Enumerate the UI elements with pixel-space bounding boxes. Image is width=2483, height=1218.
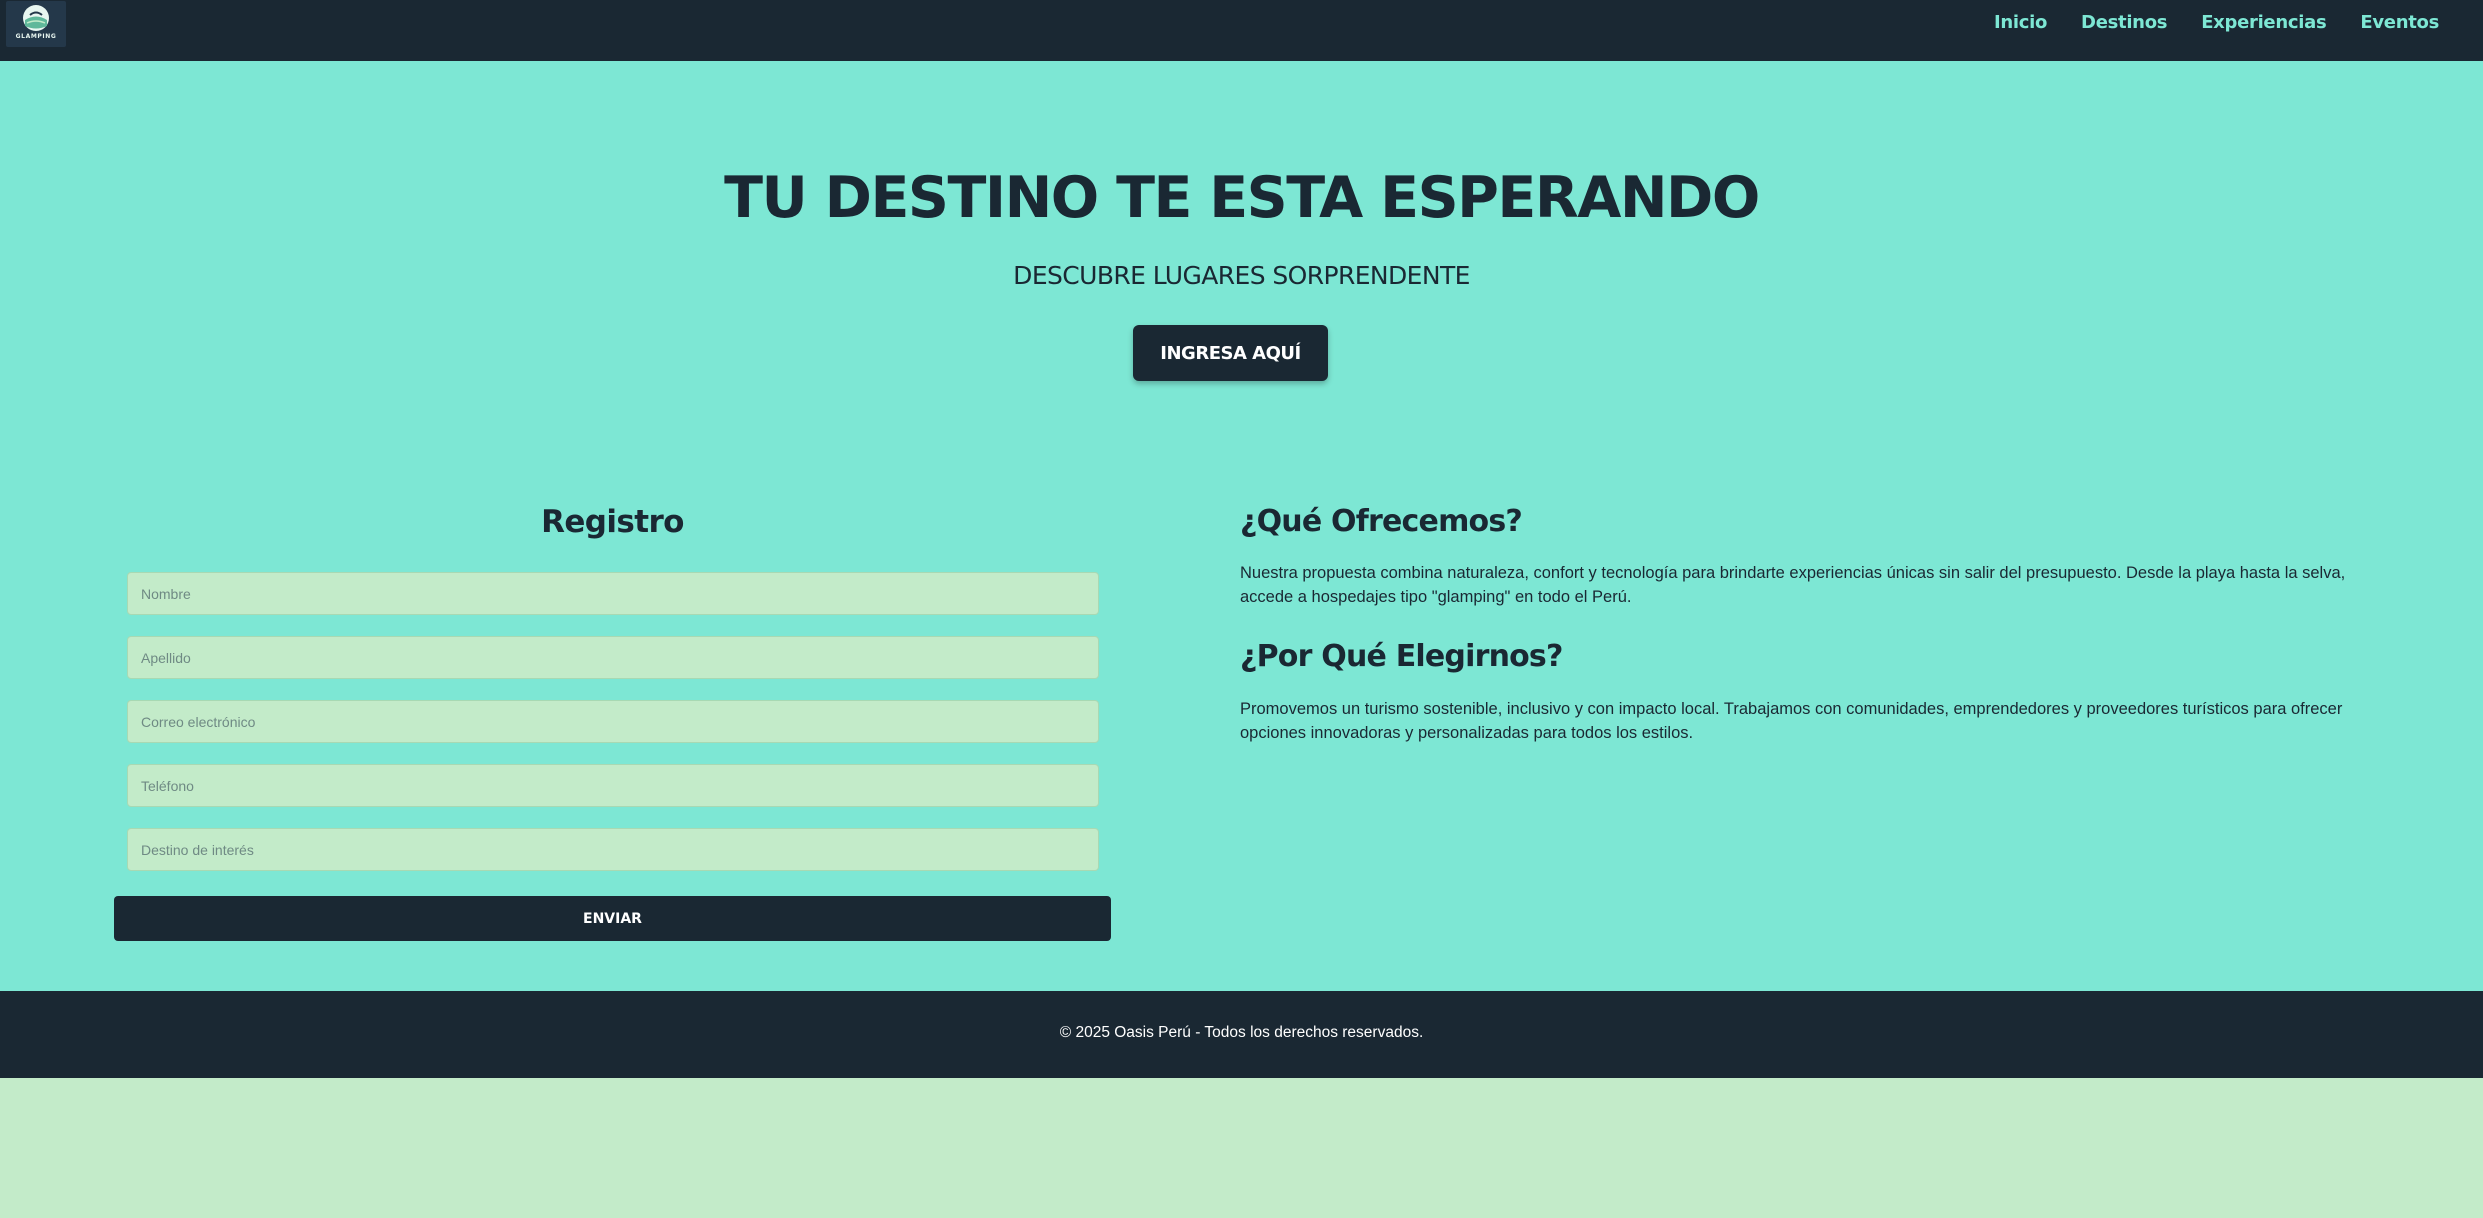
destino-input[interactable] — [127, 828, 1099, 871]
hero-title: TU DESTINO TE ESTA ESPERANDO — [724, 165, 1760, 231]
footer-copyright: © 2025 Oasis Perú - Todos los derechos r… — [1059, 1024, 1424, 1041]
main-nav: Inicio Destinos Experiencias Eventos — [1994, 12, 2439, 33]
nav-link-destinos[interactable]: Destinos — [2081, 12, 2167, 33]
nav-link-inicio[interactable]: Inicio — [1994, 12, 2047, 33]
enviar-button[interactable]: ENVIAR — [114, 896, 1111, 941]
form-title: Registro — [541, 504, 684, 540]
ingresa-button[interactable]: INGRESA AQUÍ — [1133, 325, 1328, 381]
why-text: Promovemos un turismo sostenible, inclus… — [1240, 700, 2343, 742]
hero-subtitle: DESCUBRE LUGARES SORPRENDENTE — [1013, 261, 1470, 290]
nav-link-experiencias[interactable]: Experiencias — [2201, 12, 2326, 33]
offer-heading: ¿Qué Ofrecemos? — [1240, 504, 1523, 539]
glamping-logo[interactable]: GLAMPING — [6, 1, 66, 47]
apellido-input[interactable] — [127, 636, 1099, 679]
navbar: GLAMPING Inicio Destinos Experiencias Ev… — [0, 0, 2483, 61]
why-heading: ¿Por Qué Elegirnos? — [1240, 639, 1563, 674]
nav-link-eventos[interactable]: Eventos — [2360, 12, 2439, 33]
nombre-input[interactable] — [127, 572, 1099, 615]
main-section: TU DESTINO TE ESTA ESPERANDO DESCUBRE LU… — [0, 61, 2483, 991]
offer-text: Nuestra propuesta combina naturaleza, co… — [1240, 564, 2346, 606]
email-input[interactable] — [127, 700, 1099, 743]
telefono-input[interactable] — [127, 764, 1099, 807]
glamping-emblem-icon — [23, 5, 49, 31]
footer: © 2025 Oasis Perú - Todos los derechos r… — [0, 991, 2483, 1078]
logo-text: GLAMPING — [15, 33, 57, 40]
